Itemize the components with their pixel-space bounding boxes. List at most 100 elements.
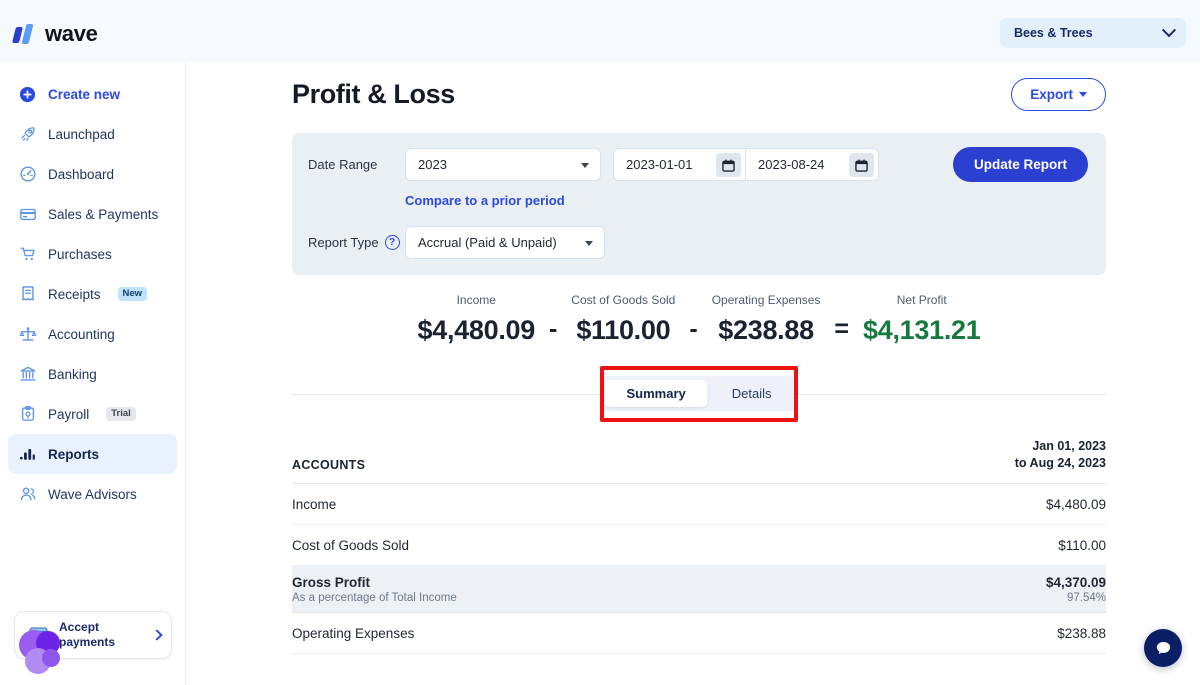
start-date-field[interactable]: 2023-01-01 xyxy=(613,148,746,181)
row-amount: $4,370.09 xyxy=(1046,575,1106,590)
total-cell-income: Income$4,480.09 xyxy=(418,293,535,346)
view-tabs-container: Summary Details xyxy=(292,376,1106,412)
total-value: $4,480.09 xyxy=(418,315,535,346)
top-bar: wave Bees & Trees xyxy=(0,0,1200,62)
gauge-icon xyxy=(18,165,37,184)
help-icon[interactable]: ? xyxy=(385,235,400,250)
sidebar-item-banking[interactable]: Banking xyxy=(8,354,177,394)
view-tabs: Summary Details xyxy=(601,376,798,411)
tab-details[interactable]: Details xyxy=(710,380,794,407)
end-date-field[interactable]: 2023-08-24 xyxy=(746,148,879,181)
report-type-select[interactable]: Accrual (Paid & Unpaid) xyxy=(405,226,605,259)
rocket-icon xyxy=(18,125,37,144)
accept-payments-card[interactable]: Accept payments xyxy=(14,611,172,659)
accounts-table: ACCOUNTS Jan 01, 2023 to Aug 24, 2023 In… xyxy=(292,432,1106,654)
row-account-name: Operating Expenses xyxy=(292,626,414,641)
row-label-cell: Operating Expenses xyxy=(292,626,414,641)
sidebar-item-label: Purchases xyxy=(48,247,112,262)
wave-logo[interactable]: wave xyxy=(12,21,98,47)
end-date-value: 2023-08-24 xyxy=(758,157,825,172)
sidebar-badge-new: New xyxy=(118,287,148,301)
sidebar-item-launchpad[interactable]: Launchpad xyxy=(8,114,177,154)
total-label: Cost of Goods Sold xyxy=(571,293,675,307)
business-selector[interactable]: Bees & Trees xyxy=(1000,18,1186,48)
sidebar-item-reports[interactable]: Reports xyxy=(8,434,177,474)
chevron-right-icon xyxy=(151,629,162,640)
sidebar-item-label: Reports xyxy=(48,447,99,462)
start-date-value: 2023-01-01 xyxy=(626,157,693,172)
table-row[interactable]: Income$4,480.09 xyxy=(292,484,1106,525)
sidebar-item-label: Create new xyxy=(48,87,120,102)
row-amount: $238.88 xyxy=(1057,626,1106,641)
sidebar-nav: Create new Launchpad Dashboard Sales & Paym… xyxy=(0,62,185,514)
wave-logo-text: wave xyxy=(45,21,98,47)
date-range-row: Date Range 2023 2023-01-01 2023-08-24 xyxy=(308,147,1088,182)
main-content: Profit & Loss Export Date Range 2023 202… xyxy=(186,62,1200,685)
sidebar-item-purchases[interactable]: Purchases xyxy=(8,234,177,274)
page-title: Profit & Loss xyxy=(292,79,455,110)
row-account-name: Gross Profit xyxy=(292,575,457,590)
table-row[interactable]: Cost of Goods Sold $110.00 xyxy=(292,525,1106,566)
business-name: Bees & Trees xyxy=(1014,26,1093,40)
row-sub-amount: 97.54% xyxy=(1046,592,1106,604)
people-icon xyxy=(18,485,37,504)
row-account-name: Income xyxy=(292,497,336,512)
sidebar-item-payroll[interactable]: PayrollTrial xyxy=(8,394,177,434)
report-type-label: Report Type ? xyxy=(308,235,405,250)
sidebar-item-create-new[interactable]: Create new xyxy=(8,74,177,114)
compare-prior-period-link[interactable]: Compare to a prior period xyxy=(405,193,565,208)
clipboard-icon xyxy=(18,405,37,424)
sidebar-item-sales-payments[interactable]: Sales & Payments xyxy=(8,194,177,234)
total-value: $4,131.21 xyxy=(863,315,980,346)
row-label-cell: Income xyxy=(292,497,336,512)
total-operator: - xyxy=(535,312,571,346)
row-label-cell: Cost of Goods Sold xyxy=(292,538,409,553)
total-value: $238.88 xyxy=(712,315,821,346)
table-row[interactable]: Operating Expenses $238.88 xyxy=(292,613,1106,654)
report-type-value: Accrual (Paid & Unpaid) xyxy=(418,235,557,250)
accept-line-1: Accept xyxy=(59,620,99,634)
total-label: Net Profit xyxy=(863,293,980,307)
row-value-cell: $110.00 xyxy=(1058,538,1106,553)
plus-circle-icon xyxy=(18,85,37,104)
total-operator: = xyxy=(820,312,863,346)
sidebar-item-label: Wave Advisors xyxy=(48,487,137,502)
sidebar-item-label: Dashboard xyxy=(48,167,114,182)
row-subtext: As a percentage of Total Income xyxy=(292,592,457,604)
tab-summary[interactable]: Summary xyxy=(605,380,708,407)
sidebar-item-label: Receipts xyxy=(48,287,101,302)
caret-down-icon xyxy=(585,241,593,246)
total-cell-net-profit: Net Profit $4,131.21 xyxy=(863,293,980,346)
sidebar-item-receipts[interactable]: Receipts New xyxy=(8,274,177,314)
cart-icon xyxy=(18,245,37,264)
period-line-2: to Aug 24, 2023 xyxy=(1015,456,1106,470)
total-label: Operating Expenses xyxy=(712,293,821,307)
report-type-label-text: Report Type xyxy=(308,235,379,250)
update-report-button[interactable]: Update Report xyxy=(953,147,1088,182)
payments-card-icon xyxy=(25,625,51,645)
start-date-calendar-icon[interactable] xyxy=(716,153,741,177)
chat-bubble-icon xyxy=(1154,639,1173,658)
wave-app-window: wave Bees & Trees Create new Launchpad Das… xyxy=(0,0,1200,685)
table-row[interactable]: Gross Profit As a percentage of Total Inc… xyxy=(292,566,1106,613)
card-icon xyxy=(18,205,37,224)
date-range-value: 2023 xyxy=(418,157,447,172)
end-date-calendar-icon[interactable] xyxy=(849,153,874,177)
date-range-label: Date Range xyxy=(308,157,405,172)
date-range-select[interactable]: 2023 xyxy=(405,148,601,181)
row-label-cell: Gross Profit As a percentage of Total Inc… xyxy=(292,575,457,604)
row-account-name: Cost of Goods Sold xyxy=(292,538,409,553)
column-header-accounts: ACCOUNTS xyxy=(292,458,365,472)
chat-support-button[interactable] xyxy=(1144,629,1182,667)
totals-summary-row: Income$4,480.09-Cost of Goods Sold$110.0… xyxy=(292,293,1106,350)
bar-chart-icon xyxy=(18,445,37,464)
accept-line-2: payments xyxy=(59,635,115,649)
bank-icon xyxy=(18,365,37,384)
sidebar-item-dashboard[interactable]: Dashboard xyxy=(8,154,177,194)
column-header-period: Jan 01, 2023 to Aug 24, 2023 xyxy=(1015,438,1106,472)
export-label: Export xyxy=(1030,87,1073,102)
sidebar-item-wave-advisors[interactable]: Wave Advisors xyxy=(8,474,177,514)
sidebar: Create new Launchpad Dashboard Sales & Paym… xyxy=(0,62,186,685)
sidebar-item-accounting[interactable]: Accounting xyxy=(8,314,177,354)
export-button[interactable]: Export xyxy=(1011,78,1106,111)
